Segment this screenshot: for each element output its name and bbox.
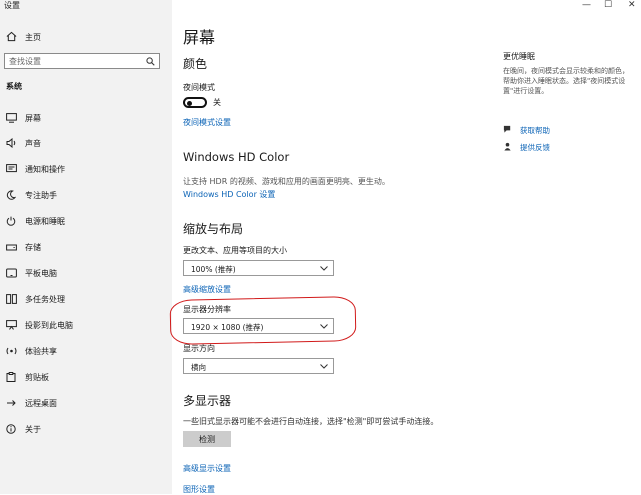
hdr-settings-link[interactable]: Windows HD Color 设置 [183, 189, 275, 200]
color-heading: 颜色 [183, 57, 208, 71]
sidebar-item-label: 通知和操作 [25, 164, 65, 174]
orientation-value: 横向 [191, 363, 206, 372]
multitask-icon [5, 293, 17, 305]
get-help-label: 获取帮助 [520, 126, 550, 135]
projector-icon [5, 319, 17, 331]
red-annotation-circle [169, 296, 357, 345]
window-title: 设置 [4, 1, 20, 10]
storage-icon [5, 241, 17, 253]
scale-value: 100% (推荐) [191, 265, 236, 274]
night-light-toggle[interactable] [183, 97, 207, 108]
better-sleep-description: 在晚间，夜间模式会显示较柔和的颜色，帮助你进入睡眠状态。选择"夜间模式设置"进行… [503, 67, 629, 95]
better-sleep-title: 更优睡眠 [503, 52, 535, 61]
sidebar-item-label: 体验共享 [25, 346, 57, 356]
toggle-knob [187, 100, 192, 106]
speaker-icon [5, 137, 17, 149]
info-icon [5, 423, 17, 435]
tablet-icon [5, 267, 17, 279]
page-title: 屏幕 [183, 28, 216, 47]
sidebar-item-label: 远程桌面 [25, 398, 57, 408]
give-feedback-link[interactable]: 提供反馈 [503, 142, 550, 153]
sidebar-item-label: 专注助手 [25, 190, 57, 200]
home-label: 主页 [25, 32, 41, 42]
search-placeholder: 查找设置 [9, 57, 41, 66]
multi-display-heading: 多显示器 [183, 394, 232, 408]
home-icon [6, 31, 25, 44]
advanced-scaling-link[interactable]: 高级缩放设置 [183, 284, 231, 295]
close-button[interactable]: ✕ [628, 0, 636, 12]
orientation-dropdown[interactable]: 横向 [183, 358, 334, 374]
system-section-header: 系统 [6, 82, 22, 91]
maximize-button[interactable]: ☐ [604, 0, 612, 12]
feedback-icon [503, 142, 520, 153]
detect-button[interactable]: 检测 [183, 431, 231, 447]
sidebar-item-label: 投影到此电脑 [25, 320, 73, 330]
scale-label: 更改文本、应用等项目的大小 [183, 246, 287, 255]
sidebar-item-label: 多任务处理 [25, 294, 65, 304]
sidebar-item-focus-assist[interactable]: 专注助手 [0, 186, 172, 204]
sidebar-item-multitasking[interactable]: 多任务处理 [0, 290, 172, 308]
night-light-label: 夜间模式 [183, 83, 215, 92]
scale-layout-heading: 缩放与布局 [183, 222, 244, 236]
hdr-heading: Windows HD Color [183, 150, 290, 164]
help-icon [503, 125, 520, 136]
power-icon [5, 215, 17, 227]
search-input[interactable]: 查找设置 [4, 53, 160, 69]
give-feedback-label: 提供反馈 [520, 143, 550, 152]
night-light-state: 关 [213, 98, 221, 107]
sidebar-item-label: 屏幕 [25, 113, 41, 123]
orientation-label: 显示方向 [183, 344, 215, 353]
share-icon [5, 345, 17, 357]
sidebar-item-label: 关于 [25, 424, 41, 434]
sidebar-item-shared-experiences[interactable]: 体验共享 [0, 342, 172, 360]
clipboard-icon [5, 371, 17, 383]
sidebar-item-notifications[interactable]: 通知和操作 [0, 160, 172, 178]
minimize-button[interactable]: — [582, 0, 591, 12]
sidebar-item-power[interactable]: 电源和睡眠 [0, 212, 172, 230]
sidebar-item-about[interactable]: 关于 [0, 420, 172, 438]
monitor-icon [5, 112, 17, 124]
sidebar-item-remote-desktop[interactable]: 远程桌面 [0, 394, 172, 412]
sidebar-item-display[interactable]: 屏幕 [0, 109, 172, 127]
notification-icon [5, 163, 17, 175]
sidebar-item-label: 存储 [25, 242, 41, 252]
home-link[interactable]: 主页 [6, 30, 41, 44]
sidebar-item-sound[interactable]: 声音 [0, 134, 172, 152]
remote-desktop-icon [5, 397, 17, 409]
sidebar-item-clipboard[interactable]: 剪贴板 [0, 368, 172, 386]
scale-dropdown[interactable]: 100% (推荐) [183, 260, 334, 276]
multi-display-description: 一些旧式显示器可能不会进行自动连接，选择"检测"即可尝试手动连接。 [183, 417, 439, 426]
sidebar-item-label: 电源和睡眠 [25, 216, 65, 226]
sidebar-item-label: 剪贴板 [25, 372, 49, 382]
moon-icon [5, 189, 17, 201]
graphics-settings-link[interactable]: 图形设置 [183, 484, 215, 495]
advanced-display-link[interactable]: 高级显示设置 [183, 463, 231, 474]
get-help-link[interactable]: 获取帮助 [503, 125, 550, 136]
sidebar-item-label: 声音 [25, 138, 41, 148]
hdr-description: 让支持 HDR 的视频、游戏和应用的画面更明亮、更生动。 [183, 177, 390, 186]
night-light-settings-link[interactable]: 夜间模式设置 [183, 117, 231, 128]
sidebar-item-project[interactable]: 投影到此电脑 [0, 316, 172, 334]
sidebar-item-tablet[interactable]: 平板电脑 [0, 264, 172, 282]
sidebar-item-storage[interactable]: 存储 [0, 238, 172, 256]
sidebar-item-label: 平板电脑 [25, 268, 57, 278]
sidebar: 设置 主页 查找设置 系统 屏幕 声音 通知和操作 专注助手 电源和睡眠 存储 [0, 0, 172, 494]
